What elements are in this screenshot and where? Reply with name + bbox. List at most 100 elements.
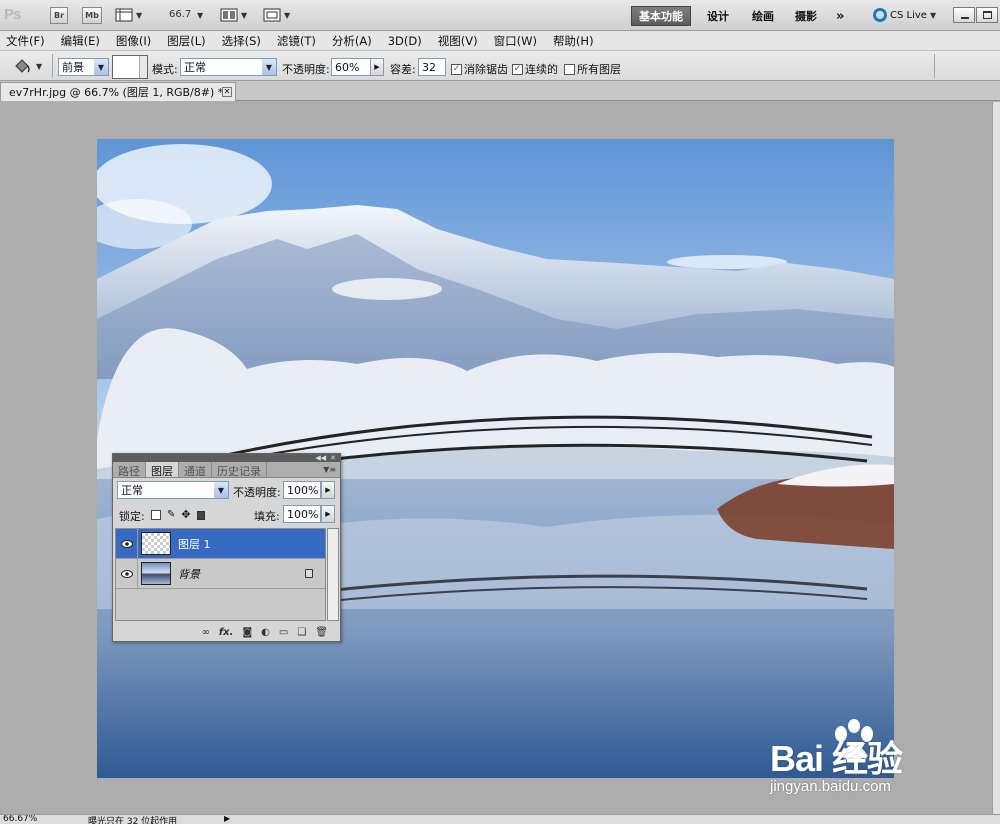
status-menu-arrow-icon[interactable]: ▶ — [224, 815, 230, 823]
tab-channels[interactable]: 通道 — [179, 462, 212, 478]
collapse-panel-icon[interactable]: ◀◀ — [315, 454, 326, 462]
lock-label: 锁定: — [119, 510, 145, 523]
checkmark-icon: ✓ — [512, 63, 523, 75]
tab-layers[interactable]: 图层 — [146, 462, 179, 478]
menu-file[interactable]: 文件(F) — [6, 33, 45, 49]
mask-icon[interactable]: ◙ — [242, 627, 252, 638]
status-bar: 66.67% 曝光只在 32 位起作用 ▶ — [0, 814, 1000, 824]
link-icon[interactable]: ∞ — [201, 627, 209, 638]
all-layers-label: 所有图层 — [577, 63, 621, 76]
panel-titlebar[interactable]: ◀◀ ✕ — [113, 454, 340, 462]
bridge-button[interactable]: Br — [50, 7, 68, 24]
chevron-down-icon: ▼ — [214, 482, 228, 498]
cs-live-label: CS Live — [890, 9, 927, 21]
zoom-level[interactable]: 66.7 — [169, 9, 191, 20]
panel-tabs: 路径 图层 通道 历史记录 ▼≡ — [113, 462, 340, 478]
eye-icon[interactable] — [116, 558, 138, 589]
group-icon[interactable]: ▭ — [279, 627, 288, 638]
panel-menu-icon[interactable]: ▼≡ — [319, 462, 340, 477]
menu-bar: 文件(F) 编辑(E) 图像(I) 图层(L) 选择(S) 滤镜(T) 分析(A… — [0, 31, 1000, 50]
fx-icon[interactable]: fx. — [219, 627, 234, 638]
chevron-down-icon[interactable]: ▼ — [197, 11, 203, 20]
minimize-button[interactable] — [953, 7, 975, 23]
layer-name[interactable]: 图层 1 — [178, 536, 211, 552]
layer-thumbnail — [141, 562, 171, 585]
layer-blend-mode-value: 正常 — [121, 484, 143, 497]
workspace-design[interactable]: 设计 — [700, 6, 736, 26]
lock-icon — [305, 569, 313, 578]
cs-live-icon — [873, 8, 887, 22]
fill-source-value: 前景 — [62, 61, 84, 74]
lock-all-icon[interactable] — [196, 510, 205, 520]
adjustment-icon[interactable]: ◐ — [261, 627, 270, 638]
new-layer-icon[interactable]: ❏ — [297, 627, 306, 638]
menu-image[interactable]: 图像(I) — [116, 33, 151, 49]
tool-preset-picker[interactable]: ▼ — [12, 57, 42, 75]
lock-position-icon[interactable]: ✥ — [181, 508, 190, 521]
layer-row-layer1[interactable]: 图层 1 — [116, 528, 325, 559]
arrange-documents-button[interactable]: ▼ — [220, 8, 247, 22]
menu-3d[interactable]: 3D(D) — [388, 34, 422, 48]
menu-layer[interactable]: 图层(L) — [167, 33, 205, 49]
canvas-workspace[interactable]: ◀◀ ✕ 路径 图层 通道 历史记录 ▼≡ 正常 ▼ 不透明度: 100% ▶ … — [0, 102, 992, 814]
workspace-essentials[interactable]: 基本功能 — [631, 6, 691, 26]
view-extras-button[interactable]: ▼ — [115, 8, 142, 22]
antialias-checkbox[interactable]: ✓ 消除锯齿 — [451, 61, 508, 77]
layers-panel-footer: ∞ fx. ◙ ◐ ▭ ❏ 🗑 — [113, 624, 340, 641]
more-workspaces-button[interactable]: » — [829, 6, 851, 26]
cs-live-button[interactable]: CS Live ▼ — [873, 8, 936, 22]
layers-panel: ◀◀ ✕ 路径 图层 通道 历史记录 ▼≡ 正常 ▼ 不透明度: 100% ▶ … — [112, 453, 341, 642]
document-tab-title: ev7rHr.jpg @ 66.7% (图层 1, RGB/8#) * — [9, 86, 224, 99]
document-tab[interactable]: ev7rHr.jpg @ 66.7% (图层 1, RGB/8#) * ✕ — [0, 82, 236, 101]
opacity-slider-button[interactable]: ▶ — [370, 58, 384, 76]
restore-icon — [983, 11, 992, 19]
workspace-photography[interactable]: 摄影 — [788, 6, 824, 26]
layer-opacity-input[interactable]: 100% — [283, 481, 321, 499]
vertical-scrollbar[interactable] — [992, 102, 1000, 814]
lock-row: 锁定: ✎ ✥ 填充: 100% ▶ — [113, 502, 340, 526]
layer-list-scrollbar[interactable] — [327, 528, 339, 621]
menu-analysis[interactable]: 分析(A) — [332, 33, 372, 49]
menu-filter[interactable]: 滤镜(T) — [277, 33, 316, 49]
restore-button[interactable] — [976, 7, 998, 23]
application-bar: Ps Br Mb ▼ 66.7 ▼ ▼ ▼ 基本功能 设计 绘画 摄影 » CS… — [0, 0, 1000, 31]
menu-select[interactable]: 选择(S) — [222, 33, 261, 49]
fill-source-select[interactable]: 前景 ▼ — [58, 58, 109, 76]
lock-pixels-icon[interactable]: ✎ — [167, 509, 175, 520]
blend-mode-select[interactable]: 正常 ▼ — [180, 58, 277, 76]
close-icon[interactable]: ✕ — [222, 87, 232, 97]
layer-row-background[interactable]: 背景 — [116, 558, 325, 589]
menu-help[interactable]: 帮助(H) — [553, 33, 594, 49]
status-zoom[interactable]: 66.67% — [3, 815, 37, 824]
tolerance-input[interactable]: 32 — [418, 58, 446, 76]
menu-window[interactable]: 窗口(W) — [494, 33, 537, 49]
arrange-icon — [220, 8, 238, 22]
lock-transparency-icon[interactable] — [151, 509, 161, 520]
fill-input[interactable]: 100% — [283, 505, 321, 523]
trash-icon[interactable]: 🗑 — [315, 627, 328, 638]
chevron-down-icon: ▼ — [262, 59, 276, 75]
menu-view[interactable]: 视图(V) — [438, 33, 478, 49]
layer-name[interactable]: 背景 — [178, 566, 200, 582]
screen-mode-button[interactable]: ▼ — [263, 8, 290, 22]
eye-icon[interactable] — [116, 528, 138, 559]
layer-opacity-slider-button[interactable]: ▶ — [321, 481, 335, 499]
checkmark-icon: ✓ — [451, 63, 462, 75]
close-icon[interactable]: ✕ — [330, 454, 336, 462]
tab-history[interactable]: 历史记录 — [212, 462, 267, 478]
pattern-dropdown — [139, 56, 147, 78]
fill-slider-button[interactable]: ▶ — [321, 505, 335, 523]
antialias-label: 消除锯齿 — [464, 63, 508, 76]
contiguous-checkbox[interactable]: ✓ 连续的 — [512, 61, 558, 77]
watermark-url: jingyan.baidu.com — [770, 778, 891, 795]
all-layers-checkbox[interactable]: 所有图层 — [564, 61, 621, 77]
workspace-painting[interactable]: 绘画 — [745, 6, 781, 26]
tab-paths[interactable]: 路径 — [113, 462, 146, 478]
layer-blend-mode-select[interactable]: 正常 ▼ — [117, 481, 229, 499]
minibridge-button[interactable]: Mb — [82, 7, 102, 24]
menu-edit[interactable]: 编辑(E) — [61, 33, 100, 49]
lock-options: ✎ ✥ — [151, 508, 205, 521]
document-tab-bar: ev7rHr.jpg @ 66.7% (图层 1, RGB/8#) * ✕ — [0, 81, 1000, 101]
opacity-input[interactable]: 60% — [331, 58, 371, 76]
pattern-picker[interactable] — [112, 55, 148, 79]
